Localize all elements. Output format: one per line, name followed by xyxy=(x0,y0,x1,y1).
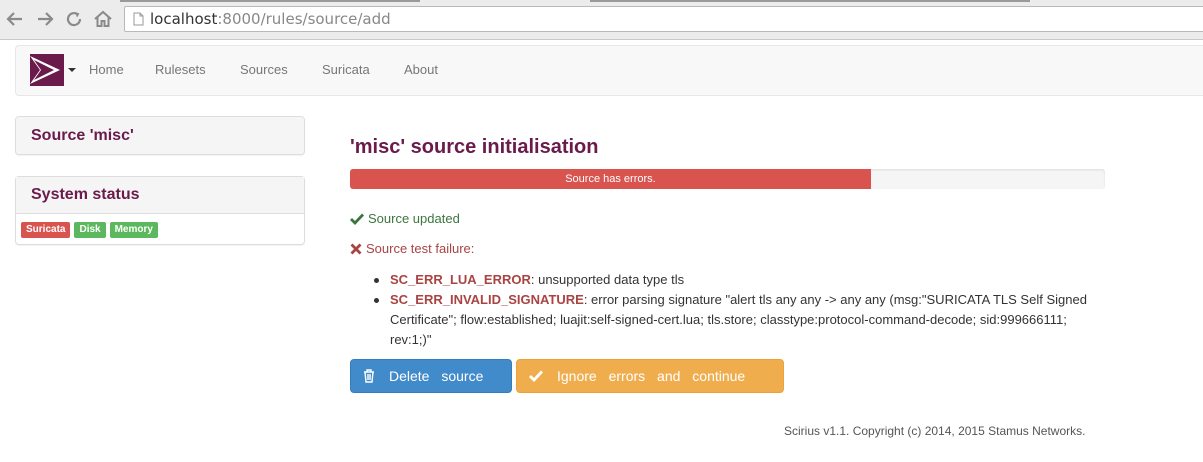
scirius-logo-icon[interactable] xyxy=(30,54,64,86)
error-code: SC_ERR_INVALID_SIGNATURE xyxy=(390,292,584,307)
address-bar[interactable]: localhost:8000/rules/source/add xyxy=(124,6,1203,32)
reload-icon[interactable] xyxy=(63,8,85,30)
trash-icon xyxy=(363,369,375,383)
source-updated-status: Source updated xyxy=(350,211,460,226)
error-list: SC_ERR_LUA_ERROR: unsupported data type … xyxy=(372,270,1102,350)
system-status-title: System status xyxy=(16,177,304,214)
error-message: : unsupported data type tls xyxy=(530,272,685,287)
url-path: :8000/rules/source/add xyxy=(217,10,391,28)
nav-home[interactable]: Home xyxy=(89,62,124,77)
status-badge-suricata: Suricata xyxy=(21,222,71,238)
nav-suricata[interactable]: Suricata xyxy=(322,62,370,77)
chevron-down-icon[interactable] xyxy=(68,68,76,72)
source-panel: Source 'misc' xyxy=(15,116,305,155)
system-status-panel: System status Suricata Disk Memory xyxy=(15,176,305,245)
url-host: localhost xyxy=(150,10,218,28)
close-icon xyxy=(350,243,362,255)
source-test-failure-status: Source test failure: xyxy=(350,241,474,256)
page-title: 'misc' source initialisation xyxy=(350,136,599,158)
nav-sources[interactable]: Sources xyxy=(240,62,288,77)
status-badge-disk: Disk xyxy=(74,222,106,238)
list-item: SC_ERR_LUA_ERROR: unsupported data type … xyxy=(372,270,1102,290)
status-badge-memory: Memory xyxy=(109,222,158,238)
status-badges: Suricata Disk Memory xyxy=(16,214,304,244)
list-item: SC_ERR_INVALID_SIGNATURE: error parsing … xyxy=(372,290,1102,350)
delete-source-button[interactable]: Delete source xyxy=(350,359,512,393)
nav-about[interactable]: About xyxy=(404,62,438,77)
nav-rulesets[interactable]: Rulesets xyxy=(155,62,206,77)
progress-bar: Source has errors. xyxy=(350,169,1105,189)
page-icon xyxy=(133,12,144,26)
home-icon[interactable] xyxy=(92,8,114,30)
footer-copyright: Scirius v1.1. Copyright (c) 2014, 2015 S… xyxy=(784,424,1086,438)
checkmark-icon xyxy=(350,213,364,225)
forward-arrow-icon[interactable] xyxy=(34,8,56,30)
browser-tab-edge xyxy=(590,0,1030,2)
source-test-failure-text: Source test failure: xyxy=(366,241,475,256)
back-arrow-icon[interactable] xyxy=(4,8,26,30)
ignore-errors-label: Ignore errors and continue xyxy=(557,368,746,384)
error-code: SC_ERR_LUA_ERROR xyxy=(390,272,531,287)
ignore-errors-button[interactable]: Ignore errors and continue xyxy=(516,359,784,393)
browser-toolbar: localhost:8000/rules/source/add xyxy=(0,0,1203,40)
checkmark-icon xyxy=(529,370,543,382)
delete-source-label: Delete source xyxy=(389,368,484,384)
source-panel-title[interactable]: Source 'misc' xyxy=(16,117,304,154)
source-updated-text: Source updated xyxy=(368,211,460,226)
top-navbar: Home Rulesets Sources Suricata About xyxy=(15,45,1203,96)
progress-text: Source has errors. xyxy=(565,173,656,185)
progress-fill: Source has errors. xyxy=(350,169,871,189)
browser-tab-edge xyxy=(120,0,420,2)
